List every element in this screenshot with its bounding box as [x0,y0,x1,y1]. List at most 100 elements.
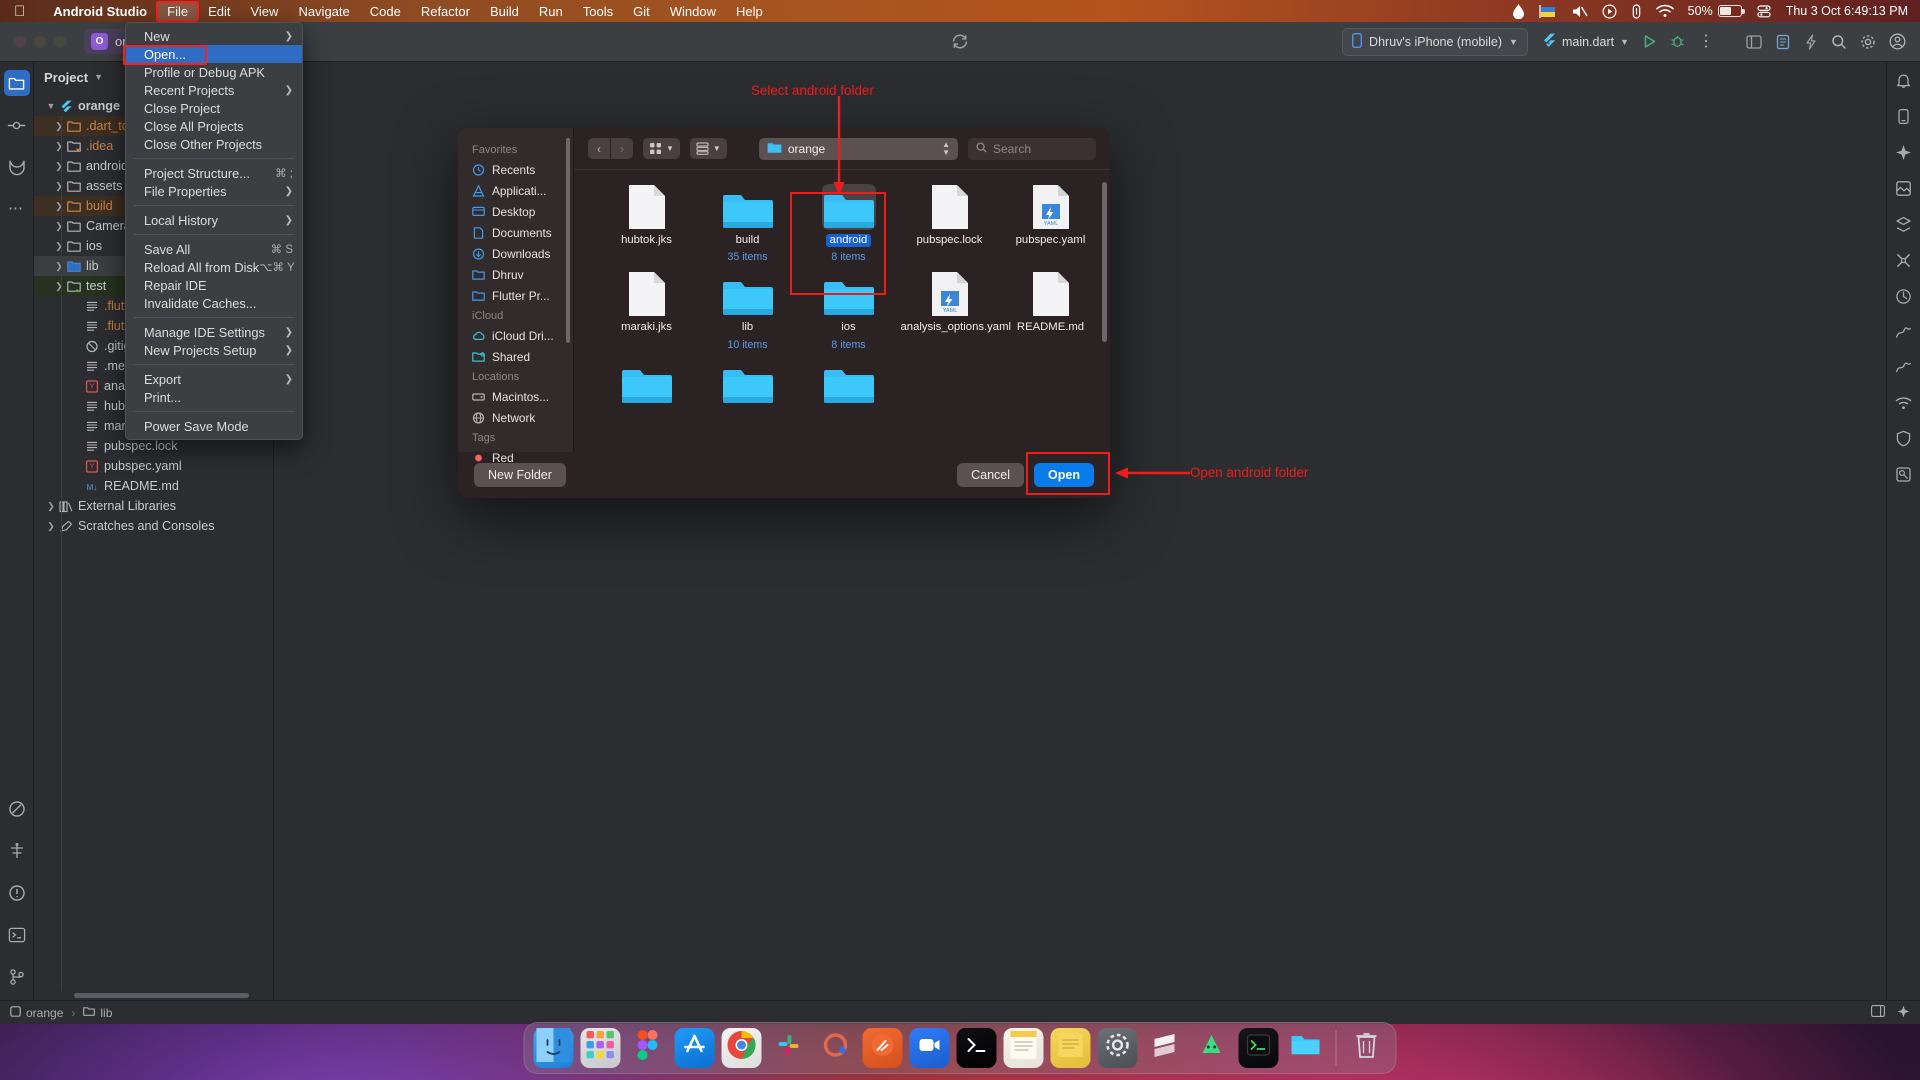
file-menu-item-export[interactable]: Export❯ [126,370,302,388]
flag-icon[interactable] [1538,4,1557,19]
layout-inspector-icon[interactable] [1895,216,1912,238]
dock-item-slack[interactable] [769,1028,809,1068]
plugins-icon[interactable] [4,796,30,822]
breadcrumb-project[interactable]: orange [10,1006,63,1020]
dialog-sidebar-item-macintos[interactable]: Macintos... [458,386,573,407]
menubar-item-help[interactable]: Help [726,2,773,21]
dialog-sidebar-item-desktop[interactable]: Desktop [458,201,573,222]
file-item-ios[interactable]: ios8 items [798,271,899,350]
file-menu-item-local-history[interactable]: Local History❯ [126,211,302,229]
dock-item-app-store[interactable] [675,1028,715,1068]
file-item-build[interactable]: build35 items [697,184,798,263]
chevron-right-icon[interactable]: ❯ [52,201,66,212]
menubar-item-tools[interactable]: Tools [573,2,623,21]
chevron-right-icon[interactable]: › [611,138,633,159]
tree-node-scratches-and-consoles[interactable]: ❯Scratches and Consoles [34,516,273,536]
cancel-button[interactable]: Cancel [957,463,1024,487]
dialog-search-field[interactable]: Search [968,138,1096,160]
file-menu-item-repair-ide[interactable]: Repair IDE [126,276,302,294]
menubar-clock[interactable]: Thu 3 Oct 6:49:13 PM [1786,4,1908,18]
battery-indicator[interactable]: 50% [1688,4,1742,18]
dialog-sidebar-item-flutter-pr[interactable]: Flutter Pr... [458,285,573,306]
running-devices-icon[interactable] [1895,324,1912,346]
dock-item-sublime[interactable] [1145,1028,1185,1068]
dialog-sidebar[interactable]: FavoritesRecentsApplicati...DesktopDocum… [458,128,573,452]
dock-item-android-studio[interactable] [1192,1028,1232,1068]
menubar-item-window[interactable]: Window [660,2,726,21]
terminal-icon[interactable] [4,922,30,948]
app-quality-icon[interactable] [1895,360,1912,382]
file-menu-item-recent-projects[interactable]: Recent Projects❯ [126,81,302,99]
github-cat-icon[interactable] [4,154,30,180]
play-circle-icon[interactable] [1602,4,1617,19]
chevron-right-icon[interactable]: ❯ [52,281,66,292]
dialog-sidebar-item-icloud-dri[interactable]: iCloud Dri... [458,325,573,346]
notes-icon[interactable] [1775,34,1791,50]
run-configuration-selector[interactable]: main.dart ▼ [1541,33,1629,51]
problems-icon[interactable] [4,880,30,906]
file-menu-item-profile-or-debug-apk[interactable]: Profile or Debug APK [126,63,302,81]
file-menu-item-power-save-mode[interactable]: Power Save Mode [126,417,302,435]
grid-view-icon[interactable]: ▼ [643,138,680,159]
dialog-sidebar-item-dhruv[interactable]: Dhruv [458,264,573,285]
droplet-icon[interactable] [1513,4,1524,19]
file-menu-item-save-all[interactable]: Save All⌘ S [126,240,302,258]
dialog-nav-buttons[interactable]: ‹ › [588,138,633,159]
chevron-right-icon[interactable]: ❯ [52,141,66,152]
dialog-sidebar-item-recents[interactable]: Recents [458,159,573,180]
resource-manager-icon[interactable] [1895,180,1912,202]
file-item-pubspec-yaml[interactable]: YAMLpubspec.yaml [1000,184,1101,263]
wifi-icon[interactable] [1895,396,1912,416]
bolt-icon[interactable] [1804,34,1818,50]
menubar-item-file[interactable]: File [157,2,198,21]
app-links-icon[interactable] [1895,466,1912,488]
dialog-path-selector[interactable]: orange ▲▼ [759,138,958,160]
menubar-item-git[interactable]: Git [623,2,660,21]
dock-item-postman[interactable] [863,1028,903,1068]
dock-item-chrome[interactable] [722,1028,762,1068]
dock-item-trash[interactable] [1347,1028,1387,1068]
gemini-icon[interactable] [1895,144,1912,166]
device-selector[interactable]: Dhruv's iPhone (mobile) ▼ [1342,28,1528,56]
file-menu-item-close-project[interactable]: Close Project [126,99,302,117]
minimize-window-button[interactable] [34,36,46,48]
gemini-icon[interactable] [1897,1005,1910,1021]
file-menu-item-manage-ide-settings[interactable]: Manage IDE Settings❯ [126,323,302,341]
clipboard-icon[interactable] [1631,4,1642,19]
file-menu-item-print[interactable]: Print... [126,388,302,406]
file-item-partial[interactable] [596,359,697,405]
chevron-down-icon[interactable]: ▼ [44,101,58,111]
dock-item-zoom[interactable] [910,1028,950,1068]
project-tree-scrollbar[interactable] [34,991,273,1000]
dock-item-stickies[interactable] [1051,1028,1091,1068]
file-item-pubspec-lock[interactable]: pubspec.lock [899,184,1000,263]
profiler-icon[interactable] [1895,288,1912,310]
open-button[interactable]: Open [1034,463,1094,487]
more-vertical-icon[interactable]: ⋮ [1698,37,1714,47]
dialog-sidebar-scrollbar[interactable] [566,138,570,343]
file-item-readme-md[interactable]: README.md [1000,271,1101,350]
file-menu-item-invalidate-caches[interactable]: Invalidate Caches... [126,294,302,312]
dock-item-notes[interactable] [1004,1028,1044,1068]
breadcrumb-folder[interactable]: lib [83,1006,112,1020]
dialog-sidebar-item-applicati[interactable]: Applicati... [458,180,573,201]
chevron-right-icon[interactable]: ❯ [52,161,66,172]
file-menu-item-file-properties[interactable]: File Properties❯ [126,182,302,200]
layout-icon[interactable] [1871,1005,1885,1020]
debug-bug-icon[interactable] [1670,34,1685,49]
control-center-icon[interactable] [1756,4,1772,19]
chevron-right-icon[interactable]: ❯ [52,181,66,192]
dock-item-launchpad[interactable] [581,1028,621,1068]
build-variants-icon[interactable] [1895,252,1912,274]
file-item-partial[interactable] [798,359,899,405]
dialog-file-grid[interactable]: hubtok.jksbuild35 itemsandroid8 itemspub… [574,170,1110,452]
file-menu-item-new-projects-setup[interactable]: New Projects Setup❯ [126,341,302,359]
dock-item-settings[interactable] [1098,1028,1138,1068]
shield-icon[interactable] [1895,430,1912,452]
chevron-right-icon[interactable]: ❯ [52,221,66,232]
refresh-icon[interactable] [951,32,970,51]
dock-item-figma[interactable] [628,1028,668,1068]
menubar-item-build[interactable]: Build [480,2,529,21]
menubar-item-code[interactable]: Code [360,2,411,21]
file-item-partial[interactable] [697,359,798,405]
